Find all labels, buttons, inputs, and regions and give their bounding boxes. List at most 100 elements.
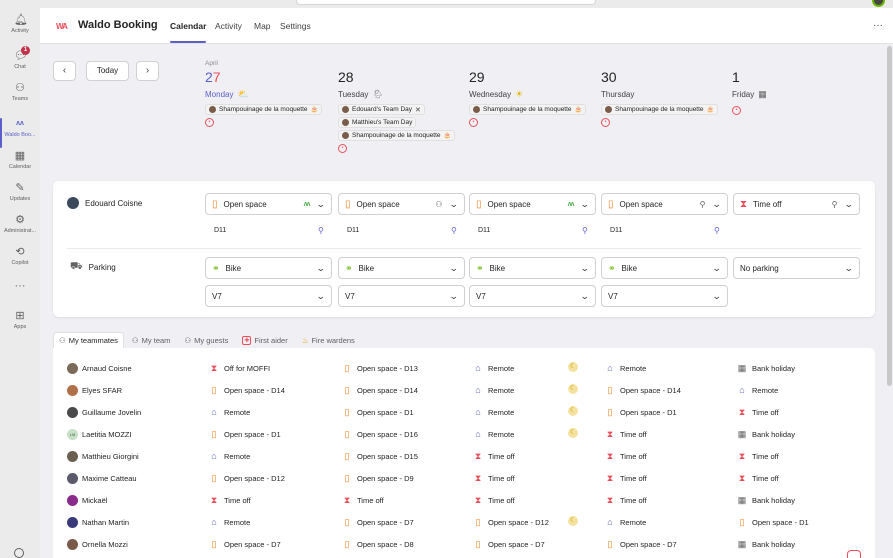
parking-select[interactable]: ⚭ Bike ⌄ bbox=[205, 257, 332, 279]
rail-item-apps[interactable]: ⊞ Apps bbox=[0, 310, 40, 330]
add-comment-icon[interactable]: • bbox=[601, 118, 610, 127]
teammate-name-cell[interactable]: Arnaud Coisne bbox=[67, 363, 132, 374]
event-text: Shampouinage de la moquette bbox=[483, 106, 572, 113]
teammate-name-cell[interactable]: Nathan Martin bbox=[67, 517, 129, 528]
desk-icon: ▯ bbox=[344, 473, 350, 483]
rail-item-activity[interactable]: 🔔︎ Activity bbox=[0, 14, 40, 34]
workspace-select[interactable]: ▯ Open space ʌʌ ⌄ bbox=[205, 193, 332, 215]
waldo-icon[interactable]: ʌʌ bbox=[568, 201, 575, 208]
tab-calendar[interactable]: Calendar bbox=[170, 21, 206, 31]
parking-select[interactable]: No parking ⌄ bbox=[733, 257, 860, 279]
event-chip[interactable]: Shampouinage de la moquette 🎂 bbox=[469, 104, 587, 115]
schedule-cell: ⌂ Remote bbox=[473, 429, 514, 439]
people-icon[interactable]: ⚇ bbox=[435, 200, 442, 209]
tab-map[interactable]: Map bbox=[254, 21, 271, 31]
day-column-friday: 1 Friday ▦ • bbox=[732, 60, 862, 115]
rail-item-chat[interactable]: 💬︎ Chat bbox=[0, 50, 40, 70]
teammate-name-cell[interactable]: Elyes SFAR bbox=[67, 385, 122, 396]
add-comment-icon[interactable]: • bbox=[732, 106, 741, 115]
day-weekday: Tuesday 🌦 bbox=[338, 88, 468, 100]
tab-my-team[interactable]: ⚇ My team bbox=[126, 332, 177, 348]
event-chip[interactable]: Shampouinage de la moquette 🎂 bbox=[601, 104, 719, 115]
tab-settings[interactable]: Settings bbox=[280, 21, 311, 31]
day-month bbox=[732, 60, 862, 69]
today-button[interactable]: Today bbox=[86, 61, 129, 81]
home-icon: ⌂ bbox=[607, 363, 613, 373]
event-chip[interactable]: Shampouinage de la moquette 🎂 bbox=[338, 130, 456, 141]
chevron-down-icon: ⌄ bbox=[316, 198, 327, 209]
tab-fire-wardens[interactable]: ♨ Fire wardens bbox=[296, 332, 361, 348]
teammate-name-cell[interactable]: Guillaume Jovelin bbox=[67, 407, 141, 418]
help-icon[interactable] bbox=[14, 548, 24, 558]
parking-select[interactable]: ⚭ Bike ⌄ bbox=[469, 257, 596, 279]
event-chip[interactable]: Shampouinage de la moquette 🎂 bbox=[205, 104, 323, 115]
hourglass-icon: ⧗ bbox=[474, 495, 482, 505]
prev-week-button[interactable]: ‹ bbox=[53, 61, 76, 81]
chevron-down-icon: ⌄ bbox=[316, 290, 327, 301]
schedule-cell: ▯ Open space - D7 bbox=[605, 539, 677, 550]
workspace-select[interactable]: ▯ Open space ⚇ ⌄ bbox=[338, 193, 465, 215]
workspace-select[interactable]: ⧗ Time off ⚲ ⌄ bbox=[733, 193, 860, 215]
desk-code: D11 bbox=[610, 227, 623, 234]
event-chip[interactable]: Edouard's Team Day ✕ bbox=[338, 104, 425, 115]
rail-item-calendar[interactable]: ▦ Calendar bbox=[0, 150, 40, 170]
rail-item-waldo-boo[interactable]: ʌʌ Waldo Boo... bbox=[0, 118, 40, 138]
rail-item-updates[interactable]: ✎ Updates bbox=[0, 182, 40, 202]
weather-icon: ☀ bbox=[515, 88, 524, 99]
add-comment-icon[interactable]: • bbox=[469, 118, 478, 127]
parking-spot-select[interactable]: V7 ⌄ bbox=[469, 285, 596, 307]
add-comment-icon[interactable]: • bbox=[338, 144, 347, 153]
hourglass-icon: ⧗ bbox=[606, 451, 614, 461]
more-options-icon[interactable]: ··· bbox=[873, 20, 883, 31]
tab-first-aider[interactable]: ✚ First aider bbox=[236, 332, 293, 348]
teammate-name-cell[interactable]: Matthieu Giorgini bbox=[67, 451, 139, 462]
parking-select[interactable]: ⚭ Bike ⌄ bbox=[338, 257, 465, 279]
parking-spot-select[interactable]: V7 ⌄ bbox=[205, 285, 332, 307]
rail-item-teams[interactable]: ⚇ Teams bbox=[0, 82, 40, 102]
search-bar[interactable] bbox=[296, 0, 596, 5]
rail-item-copilot[interactable]: ⟲ Copilot bbox=[0, 246, 40, 266]
parking-select[interactable]: ⚭ Bike ⌄ bbox=[601, 257, 728, 279]
rail-item-administrat[interactable]: ⚙ Administrat... bbox=[0, 214, 40, 234]
location-pin-icon[interactable]: ⚲ bbox=[582, 226, 588, 235]
schedule-cell: ⌂ Remote bbox=[605, 363, 646, 373]
booking-card: Edouard Coisne ⛟ Parking ▯ Open space ʌʌ ⌄ D… bbox=[53, 181, 875, 317]
tab-my-teammates[interactable]: ⚇ My teammates bbox=[53, 332, 124, 348]
teammate-name-cell[interactable]: Maxime Catteau bbox=[67, 473, 137, 484]
teammate-name-cell[interactable]: LM Laetitia MOZZI bbox=[67, 429, 132, 440]
location-pin-icon[interactable]: ⚲ bbox=[714, 226, 720, 235]
pin-icon[interactable]: ⚲ bbox=[700, 200, 706, 209]
spot-label: V7 bbox=[608, 291, 618, 301]
avatar bbox=[342, 119, 349, 126]
bell-icon: 🔔︎ bbox=[14, 14, 28, 26]
close-icon[interactable]: ✕ bbox=[415, 106, 421, 114]
teammate-name-cell[interactable]: Mickaël bbox=[67, 495, 107, 506]
next-week-button[interactable]: › bbox=[136, 61, 159, 81]
event-chip[interactable]: Matthieu's Team Day bbox=[338, 117, 417, 128]
home-icon: ⌂ bbox=[739, 385, 745, 395]
schedule-text: Open space - D7 bbox=[357, 518, 414, 527]
schedule-cell: ⧗ Time off bbox=[209, 495, 251, 506]
tab-activity[interactable]: Activity bbox=[215, 21, 242, 31]
location-pin-icon[interactable]: ⚲ bbox=[451, 226, 457, 235]
desk-code: D11 bbox=[478, 227, 491, 234]
add-comment-icon[interactable]: • bbox=[205, 118, 214, 127]
user-avatar[interactable] bbox=[872, 0, 885, 7]
tab-my-guests[interactable]: ⚇ My guests bbox=[178, 332, 234, 348]
location-pin-icon[interactable]: ⚲ bbox=[318, 226, 324, 235]
workspace-select[interactable]: ▯ Open space ʌʌ ⌄ bbox=[469, 193, 596, 215]
rail-item-more[interactable]: ··· bbox=[0, 280, 40, 294]
parking-spot-select[interactable]: V7 ⌄ bbox=[601, 285, 728, 307]
workspace-select[interactable]: ▯ Open space ⚲ ⌄ bbox=[601, 193, 728, 215]
page-scrollbar[interactable] bbox=[887, 46, 892, 386]
spot-label: V7 bbox=[476, 291, 486, 301]
spot-label: V7 bbox=[345, 291, 355, 301]
waldo-icon[interactable]: ʌʌ bbox=[304, 201, 311, 208]
schedule-cell: ▦ Bank holiday bbox=[737, 539, 795, 550]
home-icon: ⌂ bbox=[211, 517, 217, 527]
parking-spot-select[interactable]: V7 ⌄ bbox=[338, 285, 465, 307]
spot-label: V7 bbox=[212, 291, 222, 301]
teammate-name-cell[interactable]: Ornella Mozzi bbox=[67, 539, 128, 550]
pin-icon[interactable]: ⚲ bbox=[832, 200, 838, 209]
weather-icon: 🌦 bbox=[372, 88, 384, 99]
